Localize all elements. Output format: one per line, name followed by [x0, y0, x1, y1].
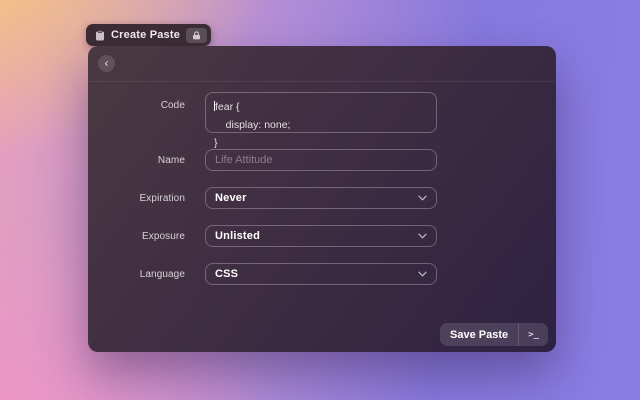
name-label: Name [88, 155, 205, 166]
expiration-select[interactable]: Never [205, 187, 437, 209]
save-paste-label: Save Paste [440, 329, 518, 341]
language-label: Language [88, 269, 205, 280]
chevron-down-icon [418, 233, 427, 239]
save-paste-button[interactable]: Save Paste >_ [440, 323, 548, 346]
lock-button[interactable] [186, 28, 207, 43]
window-header: ‹ [88, 46, 556, 82]
exposure-select[interactable]: Unlisted [205, 225, 437, 247]
desktop-background: Create Paste ‹ Code fear { display: none… [0, 0, 640, 400]
code-text: fear { display: none; } [214, 101, 290, 149]
chevron-down-icon [418, 195, 427, 201]
expiration-value: Never [215, 192, 247, 204]
back-chevron-icon: ‹ [105, 57, 109, 69]
window-tab-create-paste[interactable]: Create Paste [86, 24, 211, 46]
exposure-row: Exposure Unlisted [88, 225, 556, 247]
exposure-value: Unlisted [215, 230, 260, 242]
language-row: Language CSS [88, 263, 556, 285]
paste-form: Code fear { display: none; } Name Expira… [88, 82, 556, 285]
name-row: Name [88, 149, 556, 171]
expiration-row: Expiration Never [88, 187, 556, 209]
paste-app-icon [95, 30, 105, 41]
tab-title: Create Paste [111, 29, 180, 41]
window-footer: Save Paste >_ [440, 323, 548, 346]
name-input[interactable] [205, 149, 437, 171]
expiration-label: Expiration [88, 193, 205, 204]
exposure-label: Exposure [88, 231, 205, 242]
language-select[interactable]: CSS [205, 263, 437, 285]
language-value: CSS [215, 268, 238, 280]
back-button[interactable]: ‹ [98, 55, 115, 72]
terminal-shortcut-icon: >_ [518, 323, 548, 346]
chevron-down-icon [418, 271, 427, 277]
create-paste-window: ‹ Code fear { display: none; } Name [88, 46, 556, 352]
code-row: Code fear { display: none; } [88, 92, 556, 133]
code-textarea[interactable]: fear { display: none; } [205, 92, 437, 133]
lock-icon [192, 31, 201, 40]
code-label: Code [88, 92, 205, 111]
